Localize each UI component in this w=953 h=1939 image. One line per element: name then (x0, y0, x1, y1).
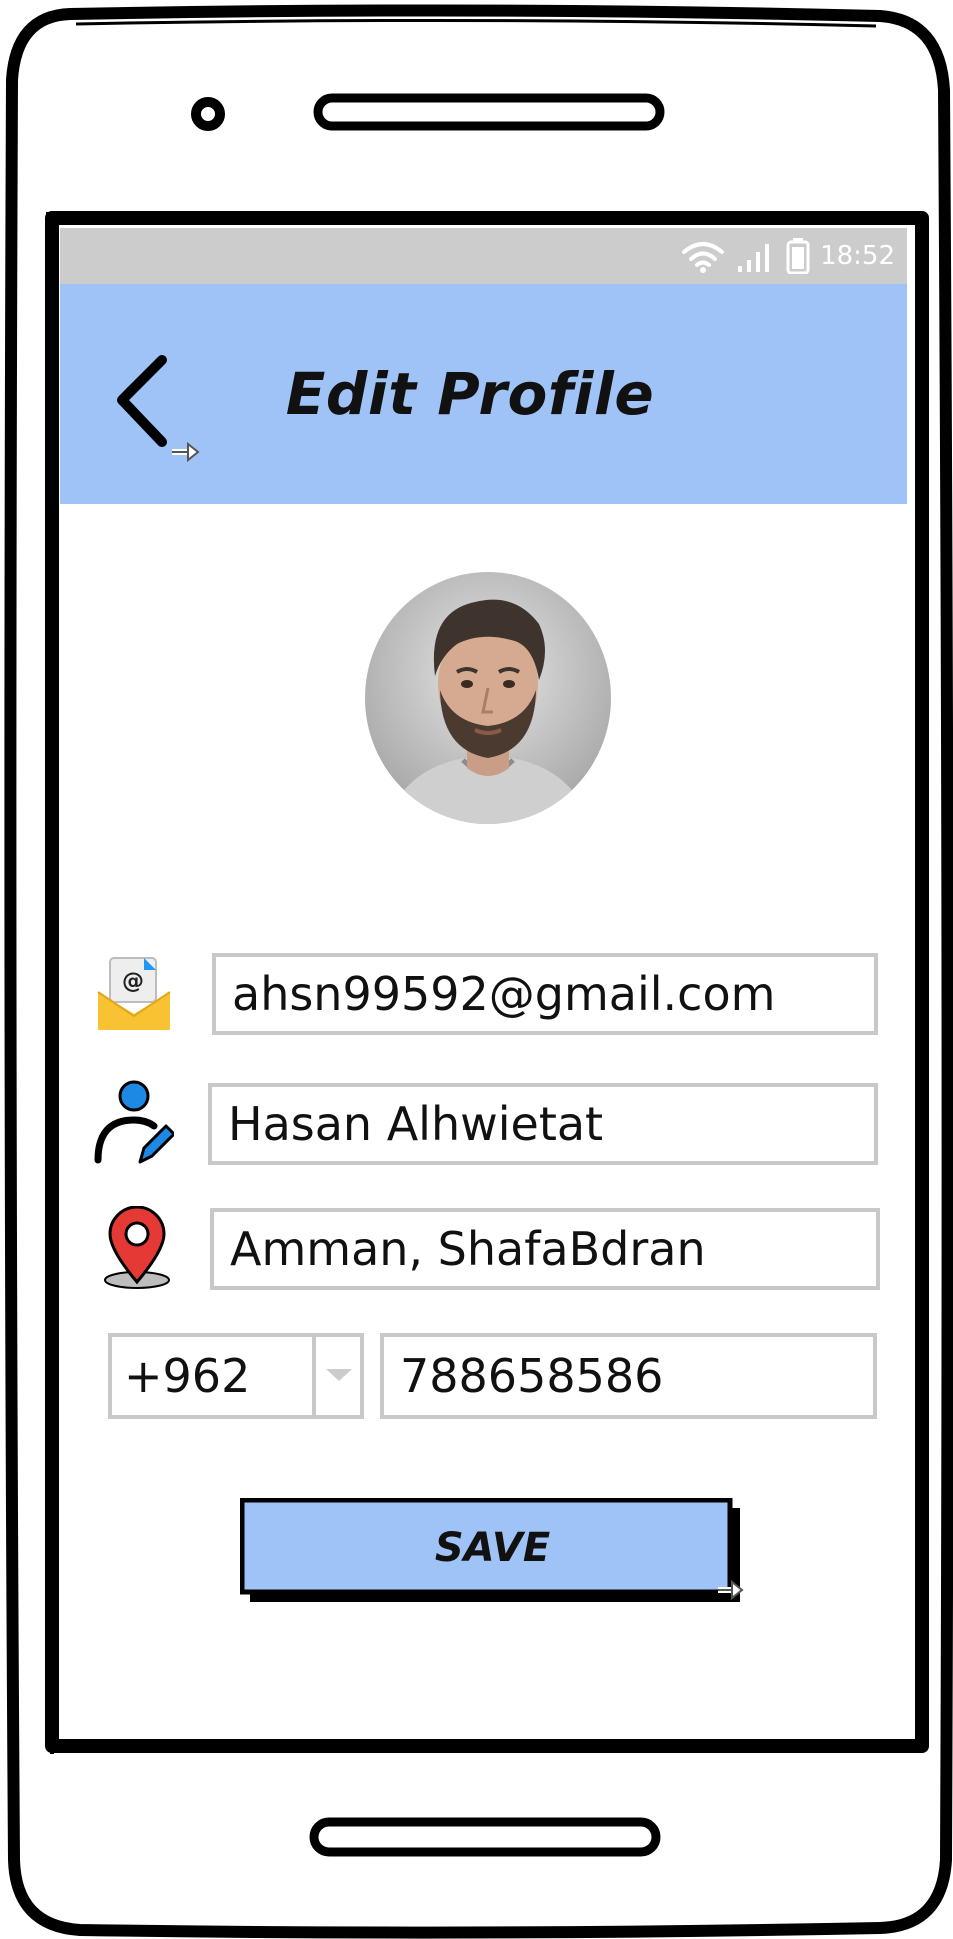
envelope-icon: @ (97, 957, 171, 1030)
email-field[interactable] (212, 953, 878, 1035)
country-code-select[interactable]: +962 (108, 1333, 364, 1419)
chevron-left-icon (117, 355, 200, 463)
country-code-value: +962 (124, 1349, 251, 1403)
app-header: Edit Profile (60, 284, 907, 504)
status-icons: 18:52 (680, 238, 895, 274)
page-title: Edit Profile (285, 360, 655, 428)
battery-icon (786, 238, 810, 274)
map-pin-icon (104, 1206, 170, 1289)
signal-icon (738, 244, 770, 272)
svg-text:@: @ (122, 969, 144, 994)
save-button[interactable]: SAVE (240, 1498, 745, 1606)
status-time: 18:52 (820, 241, 895, 271)
name-field[interactable] (208, 1083, 878, 1165)
screen: 18:52 Edit Profile @ ahsn99592@gmail.com… (60, 228, 907, 1732)
phone-field[interactable] (380, 1333, 877, 1419)
wifi-icon (682, 242, 725, 273)
user-edit-icon (94, 1080, 174, 1164)
save-label: SAVE (434, 1525, 551, 1571)
back-button[interactable] (110, 354, 220, 474)
status-bar: 18:52 (60, 228, 907, 284)
caret-down-icon (326, 1369, 352, 1381)
link-arrow-icon (172, 441, 200, 463)
avatar (365, 572, 611, 824)
address-field[interactable] (210, 1208, 880, 1290)
dropdown-divider (312, 1337, 316, 1415)
